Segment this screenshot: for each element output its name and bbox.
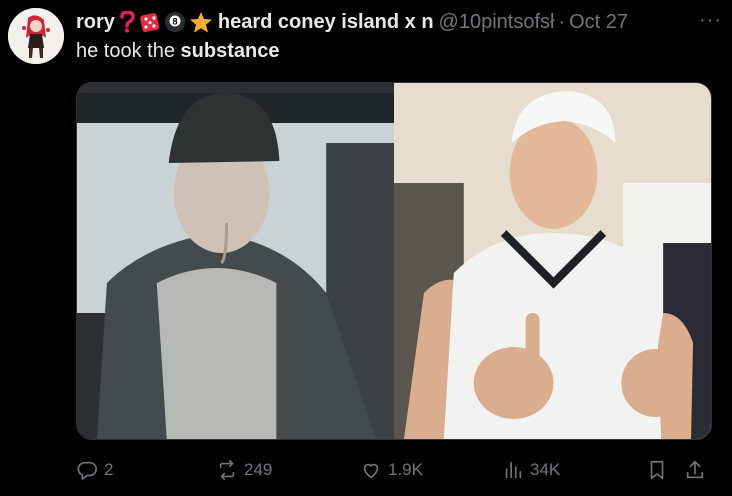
- share-icon: [686, 460, 704, 479]
- eight-ball-icon: 8: [164, 11, 186, 33]
- tweet-text-bold: substance: [180, 40, 280, 62]
- separator-dot: ·: [558, 10, 566, 33]
- action-bar: 2 249 1.9K 34K: [76, 454, 712, 486]
- tweet-text: he took the substance: [76, 40, 279, 63]
- avatar[interactable]: [8, 8, 64, 64]
- reply-icon: [77, 461, 97, 480]
- display-name-suffix[interactable]: heard coney island x n: [218, 11, 434, 34]
- repost-count: 249: [244, 460, 273, 479]
- repost-button[interactable]: 249: [216, 454, 272, 486]
- like-count: 1.9K: [388, 460, 423, 479]
- reply-count: 2: [104, 460, 114, 479]
- view-count: 34K: [530, 460, 561, 479]
- tweet-date[interactable]: Oct 27: [569, 11, 628, 34]
- user-handle[interactable]: @10pintsofsł: [439, 11, 555, 34]
- tweet-media[interactable]: [76, 82, 712, 440]
- heart-icon: [363, 463, 379, 479]
- question-mark-icon: [118, 11, 136, 33]
- tweet-text-plain: he took the: [76, 40, 181, 62]
- tweet-header: rory 8 heard coney island x n @10pintsof…: [76, 9, 722, 35]
- media-image-right[interactable]: [394, 83, 711, 439]
- display-name[interactable]: rory: [76, 11, 115, 34]
- views-button[interactable]: 34K: [502, 454, 560, 486]
- dice-icon: [139, 11, 161, 33]
- reply-button[interactable]: 2: [76, 454, 113, 486]
- repost-icon: [219, 460, 235, 480]
- svg-text:8: 8: [172, 17, 177, 27]
- star-icon: [189, 11, 213, 33]
- bookmark-button[interactable]: [646, 454, 668, 486]
- bookmark-icon: [650, 460, 664, 480]
- share-button[interactable]: [684, 454, 706, 486]
- like-button[interactable]: 1.9K: [360, 454, 423, 486]
- views-chart-icon: [505, 461, 522, 479]
- media-image-left[interactable]: [77, 83, 394, 439]
- more-options-icon[interactable]: ···: [699, 9, 722, 32]
